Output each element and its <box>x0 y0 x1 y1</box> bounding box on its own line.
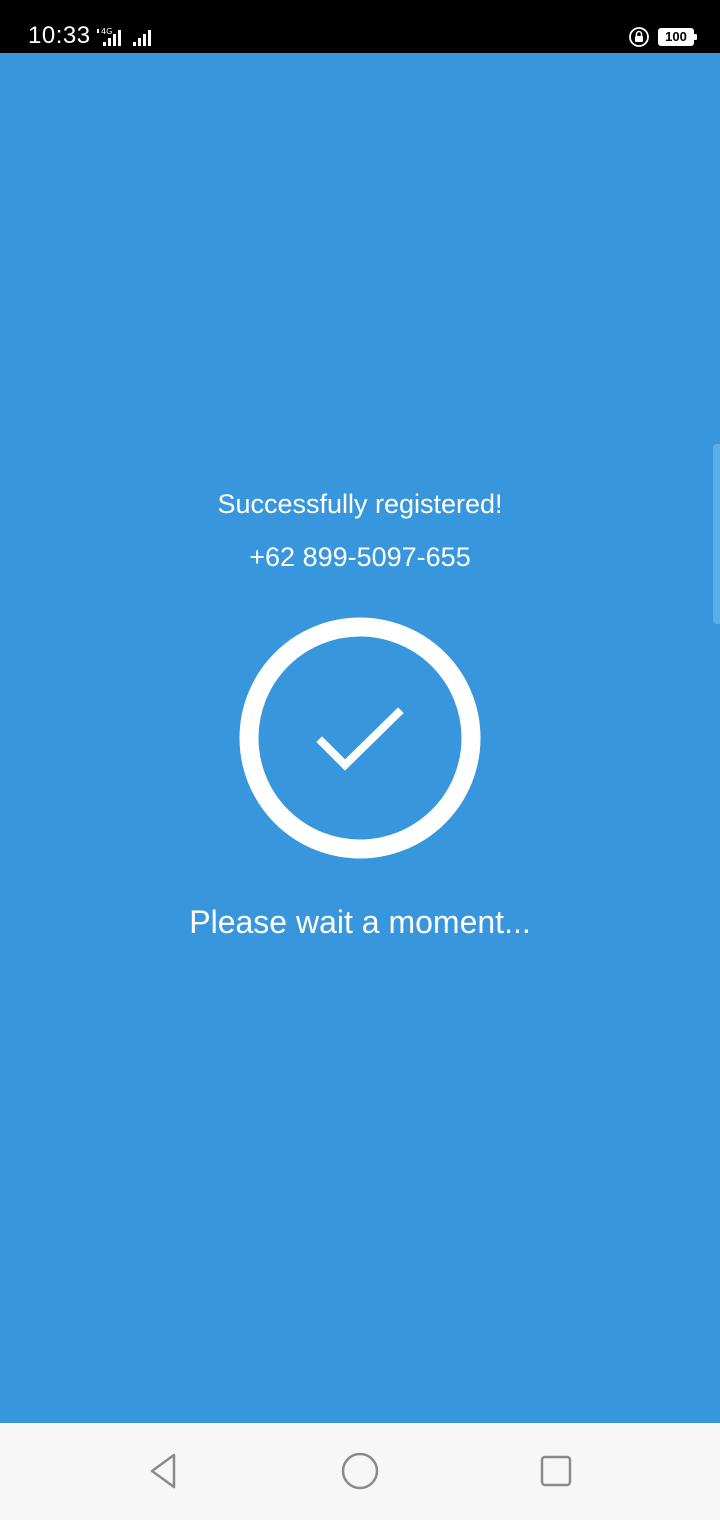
battery-icon: 100 <box>658 28 697 46</box>
edge-panel-handle[interactable] <box>713 444 720 624</box>
status-bar: 10:33 4G 100 <box>0 0 720 53</box>
rotation-lock-icon <box>629 27 649 47</box>
checkmark-circle-icon <box>239 617 481 859</box>
battery-nub <box>694 34 697 40</box>
network-type-label: 4G <box>101 27 112 36</box>
home-icon[interactable] <box>338 1449 382 1493</box>
status-time: 10:33 <box>28 22 91 49</box>
main-content: Successfully registered! +62 899-5097-65… <box>0 53 720 1423</box>
registration-success-screen: 10:33 4G 100 Successfully registered! +6… <box>0 0 720 1520</box>
battery-level: 100 <box>665 29 687 44</box>
checkmark-icon <box>316 707 404 771</box>
phone-number: +62 899-5097-655 <box>249 542 471 572</box>
back-icon[interactable] <box>142 1449 186 1493</box>
wait-message: Please wait a moment... <box>189 904 531 940</box>
navigation-bar <box>0 1423 720 1520</box>
recents-icon[interactable] <box>534 1449 578 1493</box>
signal-4g-icon: 4G <box>97 27 151 46</box>
success-title: Successfully registered! <box>217 489 503 519</box>
status-right-group: 100 <box>628 24 697 50</box>
